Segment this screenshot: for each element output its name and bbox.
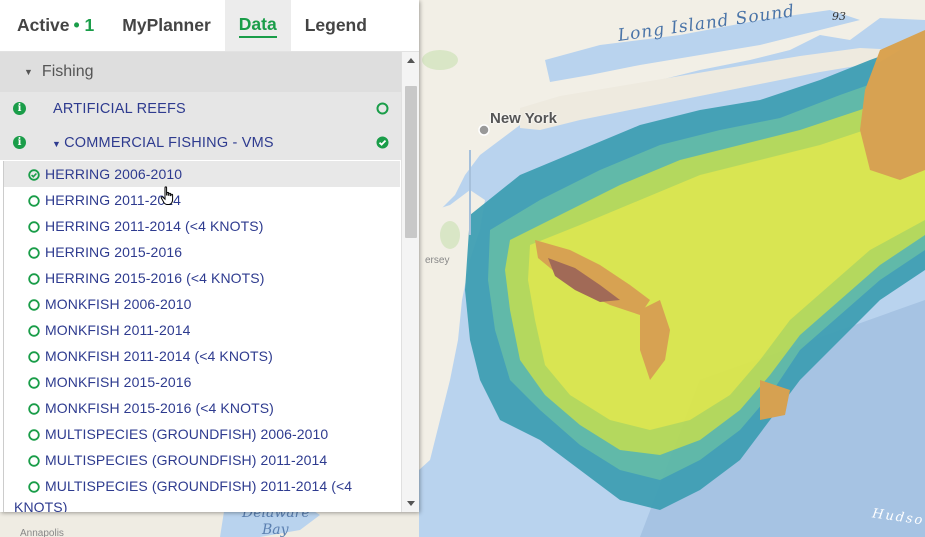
sublayer-item[interactable]: HERRING 2006-2010 xyxy=(4,161,400,187)
sublayer-label: HERRING 2015-2016 xyxy=(45,244,183,260)
empty-circle-icon xyxy=(28,402,40,418)
tab-active-count: • 1 xyxy=(73,15,95,35)
map-label-annapolis: Annapolis xyxy=(20,528,64,537)
sublayer-item[interactable]: MULTISPECIES (GROUNDFISH) 2011-2014 (<4 xyxy=(4,473,400,499)
tab-legend-label: Legend xyxy=(304,15,367,35)
empty-circle-icon xyxy=(28,246,40,262)
sublayer-label: MONKFISH 2006-2010 xyxy=(45,296,192,312)
tab-myplanner-label: MyPlanner xyxy=(122,15,211,35)
sublayer-item[interactable]: HERRING 2011-2014 xyxy=(4,187,400,213)
panel-scrollbar[interactable] xyxy=(401,52,419,512)
sublayer-item[interactable]: MONKFISH 2006-2010 xyxy=(4,291,400,317)
info-icon[interactable]: i xyxy=(13,102,26,115)
sublayer-item[interactable]: MULTISPECIES (GROUNDFISH) 2011-2014 xyxy=(4,447,400,473)
sublayer-label: HERRING 2015-2016 (<4 KNOTS) xyxy=(45,270,265,286)
layer-label: ARTIFICIAL REEFS xyxy=(53,101,186,117)
sublayer-label: MULTISPECIES (GROUNDFISH) 2011-2014 xyxy=(45,452,328,468)
empty-circle-icon xyxy=(28,194,40,210)
sublayer-item-continuation: KNOTS) xyxy=(4,499,400,512)
sublayer-label: HERRING 2011-2014 (<4 KNOTS) xyxy=(45,218,264,234)
sublayer-label: MULTISPECIES (GROUNDFISH) 2011-2014 (<4 xyxy=(45,478,353,494)
sublayer-item[interactable]: HERRING 2015-2016 xyxy=(4,239,400,265)
scroll-up-icon[interactable] xyxy=(407,58,415,63)
sublayer-label: KNOTS) xyxy=(14,499,68,512)
empty-circle-icon[interactable] xyxy=(376,102,389,119)
sublayer-label: MULTISPECIES (GROUNDFISH) 2006-2010 xyxy=(45,426,329,442)
sublayer-label: MONKFISH 2011-2014 (<4 KNOTS) xyxy=(45,348,273,364)
map-label-new-york: New York xyxy=(490,110,557,127)
empty-circle-icon xyxy=(28,220,40,236)
tab-active[interactable]: Active • 1 xyxy=(0,0,108,51)
hand-pointer-icon xyxy=(160,186,176,211)
empty-circle-icon xyxy=(28,480,40,496)
map-label-new-jersey: ersey xyxy=(425,255,450,266)
sublayer-label: MONKFISH 2011-2014 xyxy=(45,322,191,338)
check-circle-icon xyxy=(28,168,40,184)
sublayer-label: HERRING 2006-2010 xyxy=(45,166,183,182)
empty-circle-icon xyxy=(28,298,40,314)
sublayer-label: MONKFISH 2015-2016 (<4 KNOTS) xyxy=(45,400,274,416)
layers-panel: Active • 1 MyPlanner Data Legend ▼ Fishi… xyxy=(0,0,419,512)
category-label: Fishing xyxy=(41,63,94,80)
tab-data[interactable]: Data xyxy=(224,0,291,51)
layer-commercial-fishing-vms[interactable]: i ▼ COMMERCIAL FISHING - VMS xyxy=(0,126,401,160)
sublayer-item[interactable]: MULTISPECIES (GROUNDFISH) 2006-2010 xyxy=(4,421,400,447)
scroll-down-icon[interactable] xyxy=(407,501,415,506)
tab-active-label: Active xyxy=(17,15,70,35)
map-label-route: 93 xyxy=(832,10,846,23)
sublayer-item[interactable]: MONKFISH 2015-2016 (<4 KNOTS) xyxy=(4,395,400,421)
sublayer-item[interactable]: HERRING 2011-2014 (<4 KNOTS) xyxy=(4,213,400,239)
layer-label: ▼ COMMERCIAL FISHING - VMS xyxy=(52,135,274,151)
sublayer-item[interactable]: MONKFISH 2015-2016 xyxy=(4,369,400,395)
check-circle-icon[interactable] xyxy=(376,136,389,153)
map-label-bay: Bay xyxy=(262,522,289,537)
category-fishing[interactable]: ▼ Fishing xyxy=(0,52,401,92)
layer-artificial-reefs[interactable]: i ARTIFICIAL REEFS xyxy=(0,92,401,126)
caret-down-icon: ▼ xyxy=(52,139,62,149)
sublayer-label: MONKFISH 2015-2016 xyxy=(45,374,192,390)
caret-down-icon: ▼ xyxy=(24,67,33,77)
tab-myplanner[interactable]: MyPlanner xyxy=(108,0,225,51)
info-icon[interactable]: i xyxy=(13,136,26,149)
sublayer-item[interactable]: MONKFISH 2011-2014 xyxy=(4,317,400,343)
empty-circle-icon xyxy=(28,324,40,340)
tab-legend[interactable]: Legend xyxy=(291,0,381,51)
layer-label-text: COMMERCIAL FISHING - VMS xyxy=(64,135,274,151)
tab-bar: Active • 1 MyPlanner Data Legend xyxy=(0,0,419,52)
empty-circle-icon xyxy=(28,454,40,470)
sublayer-item[interactable]: MONKFISH 2011-2014 (<4 KNOTS) xyxy=(4,343,400,369)
data-tab-content: ▼ Fishing i ARTIFICIAL REEFS i ▼ COMMERCI… xyxy=(0,52,401,512)
empty-circle-icon xyxy=(28,350,40,366)
scrollbar-thumb[interactable] xyxy=(405,86,417,238)
empty-circle-icon xyxy=(28,376,40,392)
sublayer-item[interactable]: HERRING 2015-2016 (<4 KNOTS) xyxy=(4,265,400,291)
sublayer-list: HERRING 2006-2010 HERRING 2011-2014 HERR… xyxy=(3,161,400,512)
empty-circle-icon xyxy=(28,428,40,444)
empty-circle-icon xyxy=(28,272,40,288)
tab-data-label: Data xyxy=(238,14,277,38)
